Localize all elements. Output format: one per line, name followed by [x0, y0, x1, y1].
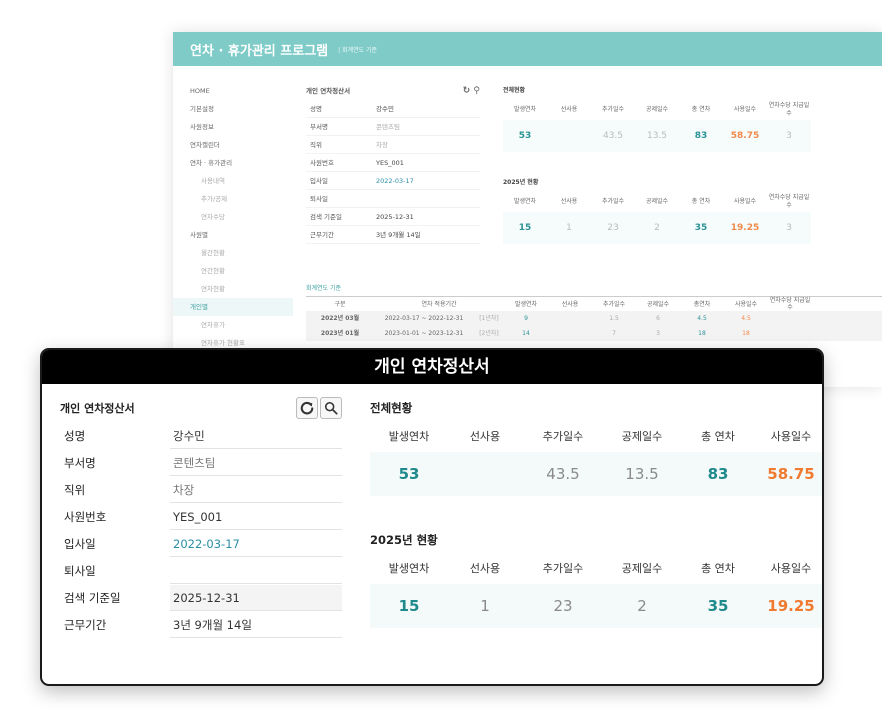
- year-status-title: 2025년 현황: [370, 533, 438, 547]
- total-used: 58.75: [756, 452, 822, 496]
- sidebar-item-allowance[interactable]: 연차수당: [173, 208, 293, 226]
- sidebar-item-usage[interactable]: 사용내역: [173, 172, 293, 190]
- year-used: 19.25: [756, 584, 822, 628]
- section-title: 개인 연차정산서: [60, 402, 135, 415]
- sidebar-item-by-employee[interactable]: 사원별: [173, 226, 293, 244]
- empno-value: YES_001: [170, 504, 342, 530]
- sidebar-nav: HOME 기본설정 사원정보 연차캘린더 연차 · 휴가관리 사용내역 추가/공…: [173, 82, 293, 352]
- year-leave: 35: [680, 584, 756, 628]
- sidebar-item-home[interactable]: HOME: [173, 82, 293, 100]
- sidebar-item-monthly[interactable]: 월간현황: [173, 244, 293, 262]
- info-row-period: 근무기간 3년 9개월 14일: [60, 611, 342, 638]
- sidebar-item-settings[interactable]: 기본설정: [173, 100, 293, 118]
- bg-total-title: 전체현황: [503, 87, 526, 94]
- total-added: 43.5: [522, 452, 604, 496]
- info-row-leave: 퇴사일: [60, 557, 342, 584]
- sidebar-item-leave-status[interactable]: 연차현황: [173, 280, 293, 298]
- personal-info-section: 개인 연차정산서 성명 강수민 부서명 콘텐츠팀 직위 차장 사원번호 YES_…: [60, 394, 342, 638]
- year-added: 23: [522, 584, 604, 628]
- total-deducted: 13.5: [604, 452, 680, 496]
- search-icon: [324, 401, 338, 415]
- bg-info-row: 입사일 2022-03-17: [306, 172, 480, 190]
- table-row: 2023년 01월 2023-01-01 ~ 2023-12-31 [2년차] …: [306, 326, 882, 341]
- bg-stats: 전체현황 발생연차 선사용 추가일수 공제일수 총 연차 사용일수 연차수당 지…: [503, 82, 882, 244]
- info-row-name: 성명 강수민: [60, 422, 342, 449]
- bg-info-row: 부서명 콘텐츠팀: [306, 118, 480, 136]
- leave-stats-section: 전체현황 발생연차 선사용 추가일수 공제일수 총 연차 사용일수 53 43.…: [370, 394, 822, 628]
- table-row: 2022년 03월 2022-03-17 ~ 2022-12-31 [1년차] …: [306, 311, 882, 326]
- bg-info-row: 성명 강수민: [306, 100, 480, 118]
- bg-icon-buttons: ↻ ⚲: [462, 86, 480, 96]
- sidebar-item-add-deduct[interactable]: 추가/공제: [173, 190, 293, 208]
- total-advance: [448, 452, 522, 496]
- bg-total-values: 53 43.5 13.5 83 58.75 3: [503, 120, 882, 152]
- base-date-input[interactable]: 2025-12-31: [170, 584, 342, 611]
- leave-date-value: [170, 558, 342, 584]
- leave-date-label: 퇴사일: [64, 563, 96, 578]
- year-occurred: 15: [370, 584, 448, 628]
- info-row-position: 직위 차장: [60, 476, 342, 503]
- period-value: 3년 9개월 14일: [170, 612, 342, 638]
- app-header: 연차 · 휴가관리 프로그램 | 회계연도 기준: [173, 32, 882, 66]
- bg-info-row: 퇴사일: [306, 190, 480, 208]
- total-occurred: 53: [370, 452, 448, 496]
- sidebar-item-calendar[interactable]: 연차캘린더: [173, 136, 293, 154]
- name-label: 성명: [64, 428, 86, 443]
- period-label: 근무기간: [64, 617, 107, 632]
- bg-total-header: 발생연차 선사용 추가일수 공제일수 총 연차 사용일수 연차수당 지급일수: [513, 102, 810, 117]
- background-app-window: 연차 · 휴가관리 프로그램 | 회계연도 기준 HOME 기본설정 사원정보 …: [173, 32, 882, 387]
- bg-fiscal-table: 회계연도 기준 구분 연차 적용기간 발생연차 선사용 추가일수 공제일수 총연…: [306, 282, 882, 341]
- total-status-header: 발생연차 선사용 추가일수 공제일수 총 연차 사용일수: [388, 430, 812, 443]
- sidebar-item-yearly[interactable]: 연간현황: [173, 262, 293, 280]
- bg-info-row: 직위 차장: [306, 136, 480, 154]
- total-leave: 83: [680, 452, 756, 496]
- sidebar-item-leave-mgmt[interactable]: 연차 · 휴가관리: [173, 154, 293, 172]
- year-status-values: 15 1 23 2 35 19.25: [370, 584, 822, 628]
- sidebar-item-personal[interactable]: 개인별: [173, 298, 293, 316]
- total-status-title: 전체현황: [370, 401, 413, 415]
- year-deducted: 2: [604, 584, 680, 628]
- bg-info-row: 사원번호 YES_001: [306, 154, 480, 172]
- sidebar-item-personal-leave[interactable]: 연차휴가: [173, 316, 293, 334]
- app-subtitle: | 회계연도 기준: [338, 46, 378, 54]
- app-title: 연차 · 휴가관리 프로그램: [190, 43, 329, 59]
- dept-value: 콘텐츠팀: [170, 450, 342, 476]
- bg-year-header: 발생연차 선사용 추가일수 공제일수 총 연차 사용일수 연차수당 지급일수: [513, 194, 810, 209]
- panel-title: 개인 연차정산서: [42, 350, 822, 384]
- join-date-value: 2022-03-17: [170, 531, 342, 557]
- empno-label: 사원번호: [64, 509, 107, 524]
- bg-info-row: 검색 기준일 2025-12-31: [306, 208, 480, 226]
- bg-year-title: 2025년 현황: [503, 179, 539, 186]
- dept-label: 부서명: [64, 455, 96, 470]
- sidebar-item-employees[interactable]: 사원정보: [173, 118, 293, 136]
- base-date-label: 검색 기준일: [64, 590, 121, 605]
- info-row-join: 입사일 2022-03-17: [60, 530, 342, 557]
- refresh-icon: [300, 401, 314, 415]
- bg-year-values: 15 1 23 2 35 19.25 3: [503, 212, 882, 244]
- bg-fiscal-header: 구분 연차 적용기간 발생연차 선사용 추가일수 공제일수 총연차 사용일수 연…: [306, 296, 882, 311]
- join-date-label: 입사일: [64, 536, 96, 551]
- bg-personal-info: 개인 연차정산서 ↻ ⚲ 성명 강수민 부서명 콘텐츠팀 직위 차장 사원번호 YES_…: [306, 82, 480, 244]
- bg-info-row: 근무기간 3년 9개월 14일: [306, 226, 480, 244]
- bg-fiscal-title: 회계연도 기준: [306, 285, 342, 292]
- name-value: 강수민: [170, 423, 342, 449]
- bg-section-title: 개인 연차정산서: [306, 87, 351, 95]
- info-row-empno: 사원번호 YES_001: [60, 503, 342, 530]
- info-row-base-date: 검색 기준일 2025-12-31: [60, 584, 342, 611]
- info-row-dept: 부서명 콘텐츠팀: [60, 449, 342, 476]
- year-advance: 1: [448, 584, 522, 628]
- position-value: 차장: [170, 477, 342, 503]
- refresh-button[interactable]: [296, 397, 318, 419]
- year-status-header: 발생연차 선사용 추가일수 공제일수 총 연차 사용일수: [388, 562, 812, 575]
- total-status-values: 53 43.5 13.5 83 58.75: [370, 452, 822, 496]
- settlement-panel: 개인 연차정산서 개인 연차정산서 성명 강수민 부서명 콘텐츠팀 직위 차장 …: [40, 348, 824, 686]
- search-button[interactable]: [320, 397, 342, 419]
- position-label: 직위: [64, 482, 86, 497]
